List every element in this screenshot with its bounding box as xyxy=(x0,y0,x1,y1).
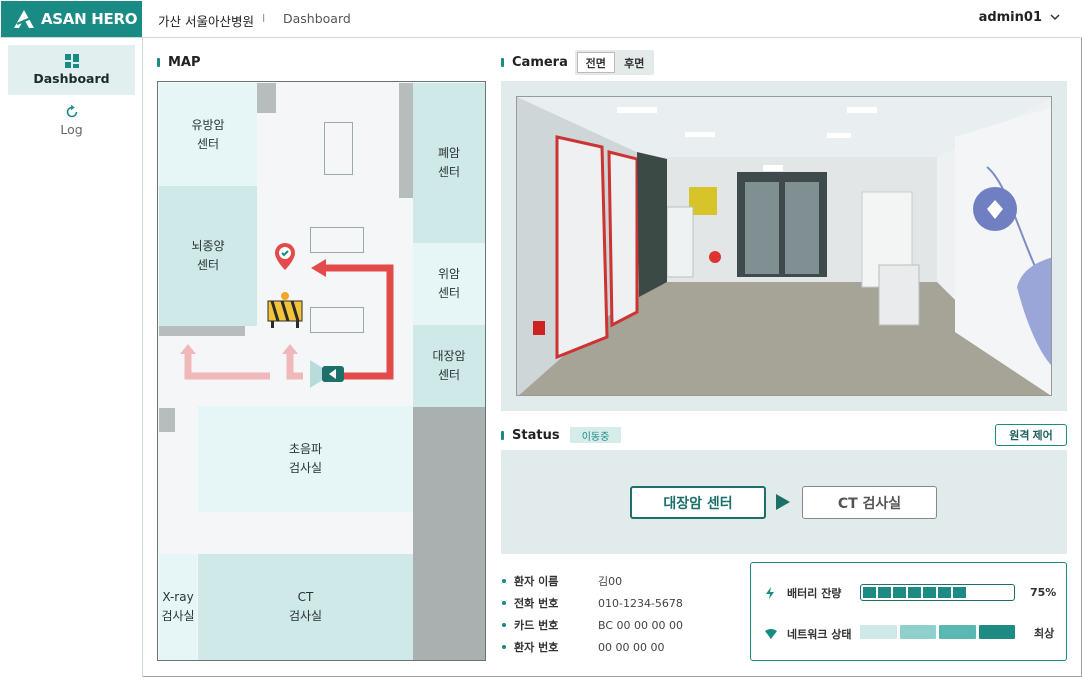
location-check-icon xyxy=(275,243,295,270)
info-value: 김00 xyxy=(598,575,623,588)
battery-row: 배터리 잔량 xyxy=(765,585,841,601)
battery-percent: 75% xyxy=(1030,586,1057,599)
battery-segment xyxy=(878,587,891,598)
battery-segment xyxy=(908,587,921,598)
user-menu[interactable]: admin01 xyxy=(979,10,1060,25)
floor-map[interactable]: 유방암 센터 뇌종양 센터 폐암 센터 위암 센터 대장암 센터 초음파 검사실 X-ray… xyxy=(157,81,486,661)
sidebar-item-label: Log xyxy=(60,122,83,137)
hero-logo-icon xyxy=(14,10,34,28)
info-value: BC 00 00 00 00 xyxy=(598,618,684,632)
info-key: 카드 번호 xyxy=(514,619,559,632)
info-value: 010-1234-5678 xyxy=(598,596,683,610)
battery-bar xyxy=(860,584,1015,601)
network-bars xyxy=(860,625,1015,639)
sidebar-item-label: Dashboard xyxy=(33,71,110,86)
refresh-icon xyxy=(66,105,77,118)
lightning-icon xyxy=(766,587,774,599)
route-arrow-icon xyxy=(776,494,790,510)
bullet-icon xyxy=(502,623,506,627)
camera-tabs: 전면 후면 xyxy=(575,50,654,75)
status-title: Status xyxy=(501,428,560,443)
battery-segment xyxy=(923,587,936,598)
device-status-panel: 배터리 잔량 75% 네트워크 상태 최상 xyxy=(750,562,1067,661)
network-bar xyxy=(899,625,936,639)
tab-rear-camera[interactable]: 후면 xyxy=(617,52,653,73)
dashboard-grid-icon xyxy=(64,54,79,68)
remote-control-button[interactable]: 원격 제어 xyxy=(995,424,1067,446)
battery-segment xyxy=(953,587,966,598)
battery-label: 배터리 잔량 xyxy=(787,587,842,600)
camera-title: Camera xyxy=(501,55,568,70)
info-row: 카드 번호 BC 00 00 00 00 xyxy=(502,617,683,633)
title-bar xyxy=(157,58,160,67)
info-row: 환자 이름 김00 xyxy=(502,573,622,589)
network-label: 네트워크 상태 xyxy=(787,628,852,641)
battery-segment xyxy=(863,587,876,598)
title-bar xyxy=(501,58,504,67)
network-bar xyxy=(939,625,976,639)
network-bar xyxy=(978,625,1015,639)
network-level: 최상 xyxy=(1034,627,1055,640)
brand-logo[interactable]: ASAN HERO xyxy=(1,1,142,37)
hospital-corridor-image xyxy=(517,97,1051,395)
network-bar xyxy=(860,625,897,639)
wifi-icon xyxy=(765,629,777,639)
info-row: 환자 번호 00 00 00 00 xyxy=(502,639,664,655)
sidebar-item-log[interactable]: Log xyxy=(8,96,135,146)
title-bar xyxy=(501,431,504,440)
info-value: 00 00 00 00 xyxy=(598,640,665,654)
camera-feed xyxy=(516,96,1052,396)
map-title: MAP xyxy=(157,55,201,70)
bullet-icon xyxy=(502,645,506,649)
top-header: ASAN HERO 가산 서울아산병원 I Dashboard admin01 xyxy=(0,0,1082,38)
barricade-icon xyxy=(267,292,303,328)
brand-name: ASAN HERO xyxy=(41,10,138,28)
info-key: 환자 번호 xyxy=(514,641,559,654)
chevron-down-icon xyxy=(1050,14,1060,21)
battery-segment xyxy=(893,587,906,598)
network-row: 네트워크 상태 xyxy=(765,626,852,642)
user-name: admin01 xyxy=(978,10,1042,25)
header-separator: I xyxy=(262,12,266,25)
route-destination: CT 검사실 xyxy=(802,486,937,519)
sidebar: Dashboard Log xyxy=(0,38,143,677)
robot-marker-icon[interactable] xyxy=(310,356,346,392)
tab-front-camera[interactable]: 전면 xyxy=(577,52,615,73)
sidebar-item-dashboard[interactable]: Dashboard xyxy=(8,45,135,95)
breadcrumb: Dashboard xyxy=(283,11,351,26)
info-row: 전화 번호 010-1234-5678 xyxy=(502,595,683,611)
hospital-name: 가산 서울아산병원 xyxy=(158,14,254,29)
info-key: 전화 번호 xyxy=(514,597,559,610)
bullet-icon xyxy=(502,601,506,605)
battery-segment xyxy=(938,587,951,598)
status-badge: 이동중 xyxy=(570,427,621,443)
route-origin: 대장암 센터 xyxy=(630,486,766,519)
bullet-icon xyxy=(502,579,506,583)
info-key: 환자 이름 xyxy=(514,575,559,588)
